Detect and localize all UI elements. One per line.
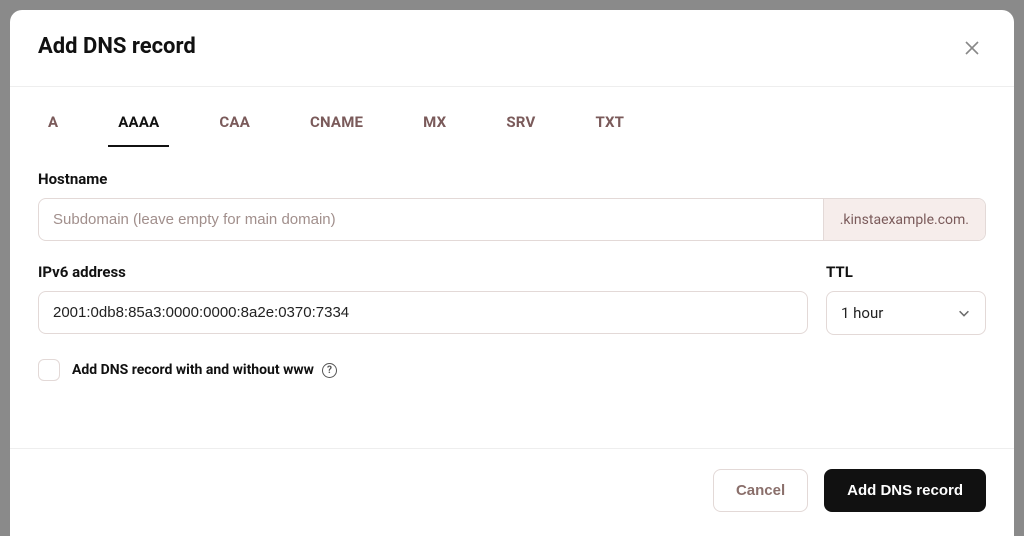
ipv6-label: IPv6 address bbox=[38, 263, 808, 281]
www-checkbox-label: Add DNS record with and without www ? bbox=[72, 362, 337, 378]
submit-button[interactable]: Add DNS record bbox=[824, 469, 986, 512]
background-obscured bbox=[0, 0, 10, 536]
header-divider bbox=[10, 86, 1014, 87]
add-dns-record-modal: Add DNS record A AAAA CAA CNAME MX SRV T… bbox=[10, 10, 1014, 536]
ttl-select[interactable]: 1 hour bbox=[826, 291, 986, 335]
record-type-tabs: A AAAA CAA CNAME MX SRV TXT bbox=[10, 99, 1014, 148]
tab-caa[interactable]: CAA bbox=[209, 99, 260, 147]
ttl-label: TTL bbox=[826, 263, 986, 281]
cancel-button[interactable]: Cancel bbox=[713, 469, 808, 512]
modal-footer: Cancel Add DNS record bbox=[10, 448, 1014, 536]
form-body: Hostname .kinstaexample.com. IPv6 addres… bbox=[10, 148, 1014, 389]
tab-srv[interactable]: SRV bbox=[496, 99, 545, 147]
tab-aaaa[interactable]: AAAA bbox=[108, 99, 169, 147]
tab-a[interactable]: A bbox=[38, 99, 68, 147]
hostname-input-group: .kinstaexample.com. bbox=[38, 198, 986, 241]
ttl-value: 1 hour bbox=[841, 304, 883, 322]
www-checkbox-text: Add DNS record with and without www bbox=[72, 362, 314, 378]
ipv6-input[interactable] bbox=[38, 291, 808, 334]
modal-title: Add DNS record bbox=[38, 34, 196, 59]
domain-suffix: .kinstaexample.com. bbox=[823, 199, 985, 240]
tab-mx[interactable]: MX bbox=[413, 99, 456, 147]
www-checkbox-row: Add DNS record with and without www ? bbox=[38, 359, 986, 381]
hostname-label: Hostname bbox=[38, 170, 986, 188]
help-icon[interactable]: ? bbox=[322, 363, 337, 378]
tab-cname[interactable]: CNAME bbox=[300, 99, 373, 147]
close-icon bbox=[964, 40, 980, 56]
close-button[interactable] bbox=[958, 34, 986, 62]
www-checkbox[interactable] bbox=[38, 359, 60, 381]
tab-txt[interactable]: TXT bbox=[585, 99, 634, 147]
hostname-input[interactable] bbox=[39, 199, 823, 240]
chevron-down-icon bbox=[957, 306, 971, 320]
modal-header: Add DNS record bbox=[10, 10, 1014, 86]
